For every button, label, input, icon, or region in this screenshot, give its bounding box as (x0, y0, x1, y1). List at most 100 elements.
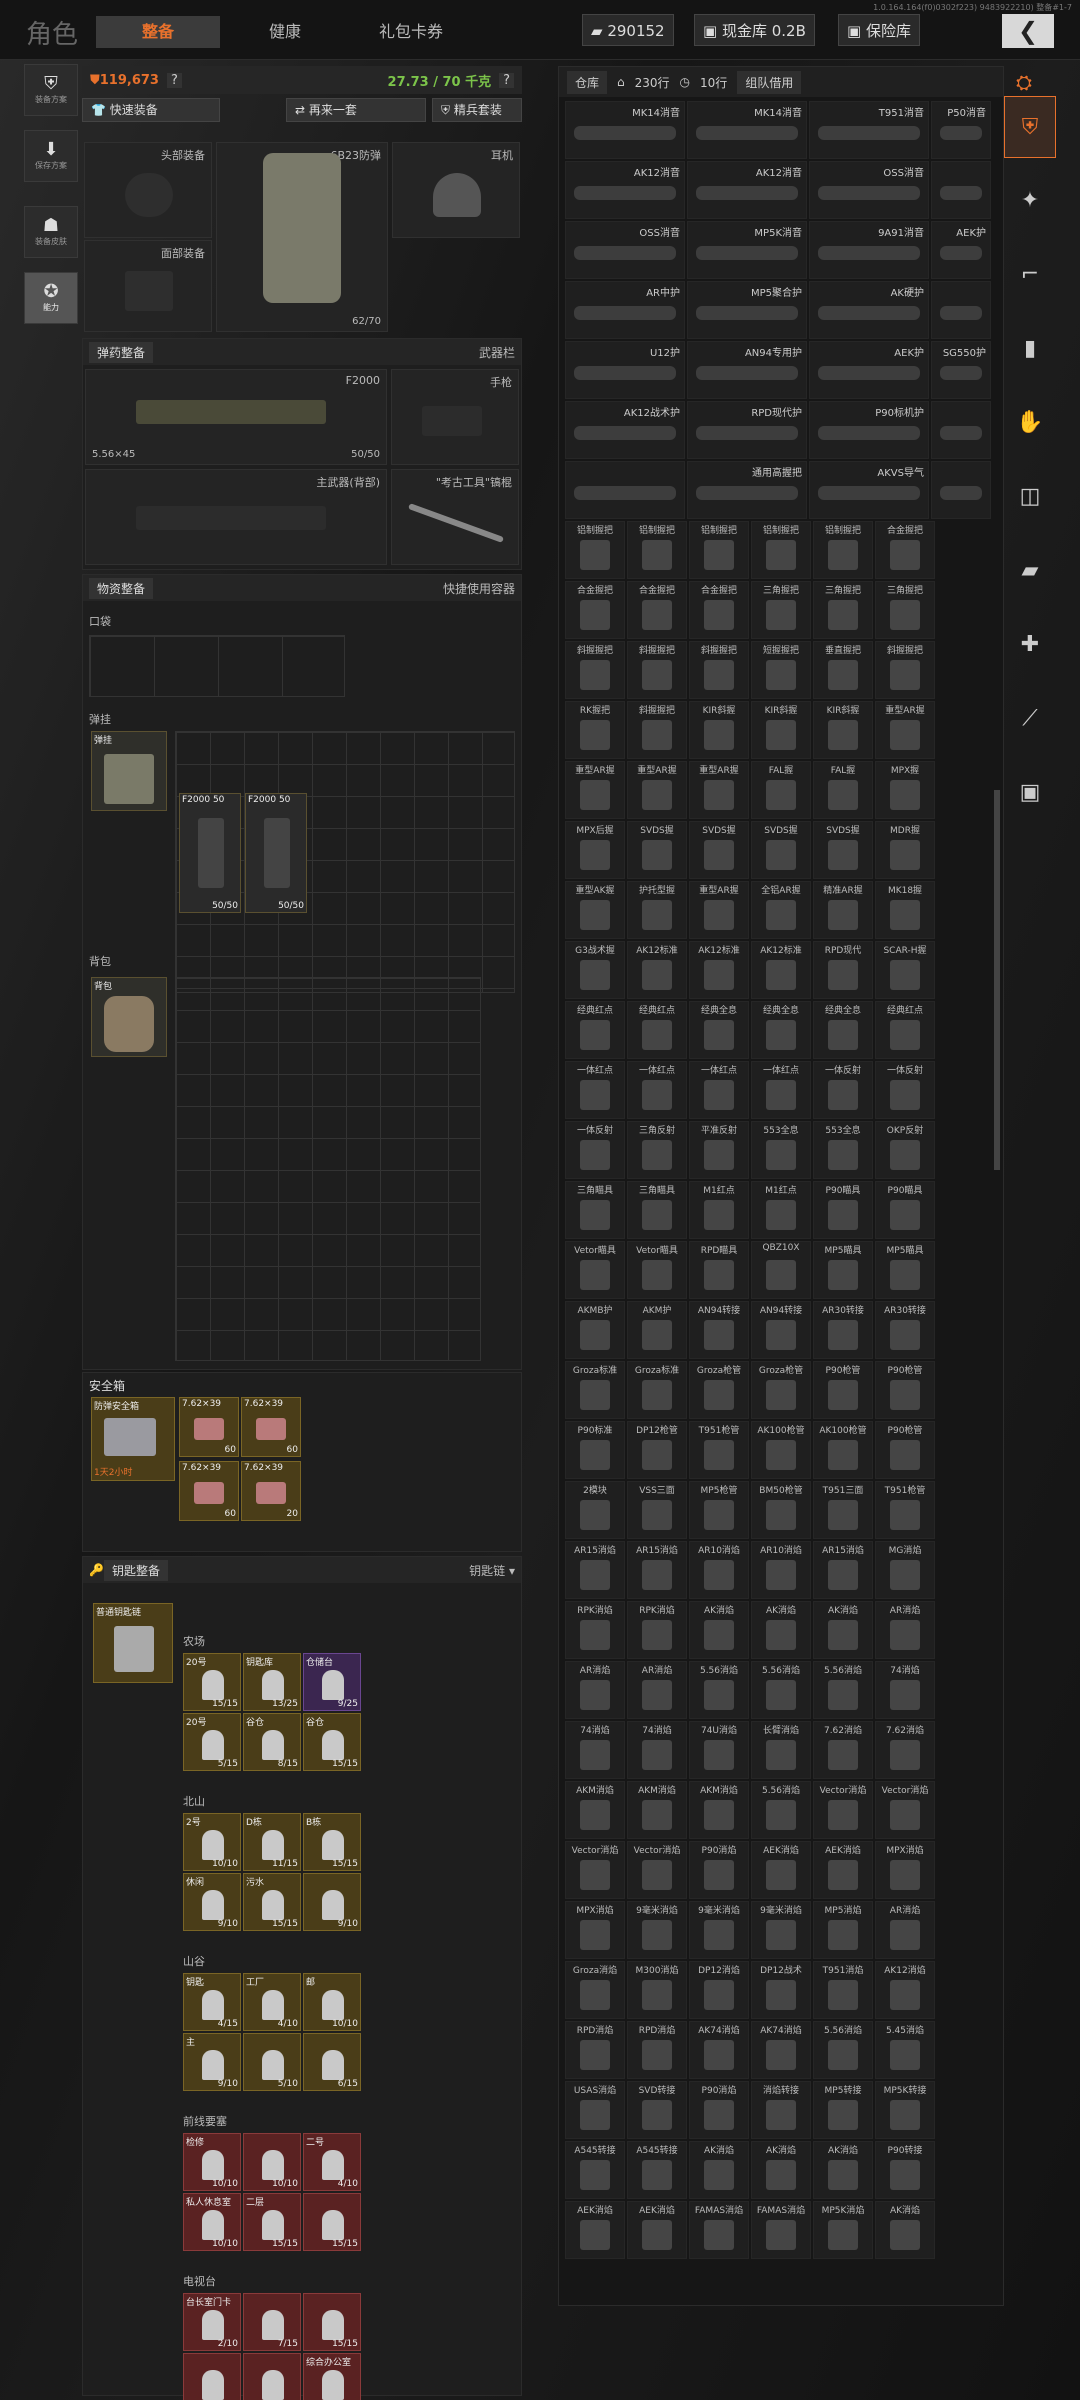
warehouse-item[interactable]: AR中护 (565, 281, 685, 339)
warehouse-item[interactable]: AR10消焰 (689, 1541, 749, 1599)
warehouse-item[interactable]: DP12消焰 (689, 1961, 749, 2019)
warehouse-item[interactable]: OKP反射 (875, 1121, 935, 1179)
warehouse-item[interactable]: 7.62消焰 (875, 1721, 935, 1779)
warehouse-item[interactable]: AK74消焰 (689, 2021, 749, 2079)
warehouse-item[interactable]: Vector消焰 (875, 1781, 935, 1839)
key-item[interactable]: B栋 15/15 (303, 1813, 361, 1871)
head-slot[interactable]: 头部装备 (84, 142, 212, 238)
key-item[interactable]: 仓储台 9/25 (303, 1653, 361, 1711)
warehouse-item[interactable]: 7.62消焰 (813, 1721, 873, 1779)
warehouse-item[interactable]: FAMAS消焰 (751, 2201, 811, 2259)
warehouse-item[interactable]: FAL握 (751, 761, 811, 819)
warehouse-item[interactable] (931, 281, 991, 339)
warehouse-item[interactable]: 553全息 (813, 1121, 873, 1179)
key-item[interactable]: 20号 5/15 (183, 1713, 241, 1771)
warehouse-item[interactable]: OSS消音 (565, 221, 685, 279)
warehouse-item[interactable]: SVDS握 (751, 821, 811, 879)
warehouse-item[interactable]: 经典全息 (751, 1001, 811, 1059)
warehouse-item[interactable]: 重型AR握 (875, 701, 935, 759)
warehouse-item[interactable]: 重型AR握 (627, 761, 687, 819)
warehouse-item[interactable] (931, 461, 991, 519)
warehouse-item[interactable]: AEK护 (931, 221, 991, 279)
magazine-icon[interactable]: ▮ (1004, 318, 1056, 380)
warehouse-item[interactable]: AR30转接 (875, 1301, 935, 1359)
warehouse-item[interactable]: 5.56消焰 (751, 1781, 811, 1839)
help-icon[interactable]: ? (166, 72, 182, 88)
warehouse-item[interactable]: P90标准 (565, 1421, 625, 1479)
key-item[interactable]: 20号 15/15 (183, 1653, 241, 1711)
warehouse-item[interactable]: AK硬护 (809, 281, 929, 339)
warehouse-item[interactable]: AK消焰 (689, 1601, 749, 1659)
key-item[interactable] (183, 2353, 241, 2400)
warehouse-item[interactable]: 铝制握把 (813, 521, 873, 579)
warehouse-item[interactable]: AR15消焰 (565, 1541, 625, 1599)
warehouse-item[interactable]: SCAR-H握 (875, 941, 935, 999)
warehouse-item[interactable]: SG550护 (931, 341, 991, 399)
warehouse-item[interactable]: QBZ10X (751, 1241, 811, 1299)
warehouse-item[interactable]: AR消焰 (565, 1661, 625, 1719)
warehouse-item[interactable]: 长臂消焰 (751, 1721, 811, 1779)
warehouse-item[interactable]: 垂直握把 (813, 641, 873, 699)
key-item[interactable]: 私人休息室 10/10 (183, 2193, 241, 2251)
warehouse-item[interactable]: 斜握握把 (627, 641, 687, 699)
warehouse-item[interactable]: MPX消焰 (565, 1901, 625, 1959)
warehouse-item[interactable]: 消焰转接 (751, 2081, 811, 2139)
warehouse-item[interactable]: Groza枪管 (751, 1361, 811, 1419)
warehouse-item[interactable]: 9A91消音 (809, 221, 929, 279)
weight-help-icon[interactable]: ? (499, 72, 514, 88)
key-item[interactable]: 污水 15/15 (243, 1873, 301, 1931)
warehouse-item[interactable]: 553全息 (751, 1121, 811, 1179)
warehouse-item[interactable]: MPX后握 (565, 821, 625, 879)
warehouse-item[interactable]: P90瞄具 (875, 1181, 935, 1239)
warehouse-item[interactable]: AK消焰 (751, 2141, 811, 2199)
warehouse-item[interactable]: 重型AR握 (565, 761, 625, 819)
warehouse-item[interactable]: 一体反射 (813, 1061, 873, 1119)
key-item[interactable]: D栋 11/15 (243, 1813, 301, 1871)
warehouse-item[interactable]: 5.45消焰 (875, 2021, 935, 2079)
key-item[interactable]: 综合办公室 (303, 2353, 361, 2400)
warehouse-item[interactable]: AKM消焰 (627, 1781, 687, 1839)
stock-icon[interactable]: ▰ (1004, 540, 1056, 602)
warehouse-item[interactable] (931, 161, 991, 219)
warehouse-item[interactable]: AR消焰 (875, 1601, 935, 1659)
warehouse-item[interactable]: RPD现代护 (687, 401, 807, 459)
face-slot[interactable]: 面部装备 (84, 240, 212, 332)
warehouse-item[interactable]: RPD消焰 (565, 2021, 625, 2079)
warehouse-item[interactable]: AR消焰 (627, 1661, 687, 1719)
warehouse-item[interactable]: T951枪管 (689, 1421, 749, 1479)
warehouse-item[interactable]: FAL握 (813, 761, 873, 819)
warehouse-item[interactable]: Vector消焰 (565, 1841, 625, 1899)
sort-icon[interactable]: ⛭ (1016, 70, 1032, 94)
warehouse-item[interactable]: 合金握把 (565, 581, 625, 639)
warehouse-item[interactable]: Vetor瞄具 (627, 1241, 687, 1299)
ammo-box-item[interactable]: 7.62×39 60 (179, 1397, 239, 1457)
quick-equip-button[interactable]: 👕 快速装备 (82, 98, 220, 122)
key-item[interactable]: 主 9/10 (183, 2033, 241, 2091)
warehouse-title[interactable]: 仓库 (567, 70, 608, 94)
warehouse-item[interactable]: AKMB护 (565, 1301, 625, 1359)
warehouse-item[interactable]: AK消焰 (813, 2141, 873, 2199)
warehouse-item[interactable]: AK消焰 (751, 1601, 811, 1659)
warehouse-item[interactable]: 铝制握把 (689, 521, 749, 579)
warehouse-item[interactable]: 5.56消焰 (751, 1661, 811, 1719)
warehouse-item[interactable]: 重型AK握 (565, 881, 625, 939)
warehouse-item[interactable]: AR30转接 (813, 1301, 873, 1359)
warehouse-item[interactable]: OSS消音 (809, 161, 929, 219)
warehouse-item[interactable]: 一体红点 (627, 1061, 687, 1119)
warehouse-item[interactable]: AEK消焰 (627, 2201, 687, 2259)
key-item[interactable]: 台长室门卡 2/10 (183, 2293, 241, 2351)
warehouse-item[interactable]: AR消焰 (875, 1901, 935, 1959)
tab-health[interactable]: 健康 (240, 16, 330, 48)
warehouse-item[interactable]: 平准反射 (689, 1121, 749, 1179)
key-item[interactable]: 钥匙库 13/25 (243, 1653, 301, 1711)
warehouse-item[interactable]: P90转接 (875, 2141, 935, 2199)
backpack-item[interactable]: 背包 (91, 977, 167, 1057)
warehouse-item[interactable]: AN94专用护 (687, 341, 807, 399)
warehouse-item[interactable]: SVDS握 (627, 821, 687, 879)
sidebar-item-loadout-plan[interactable]: ⛨ 装备方案 (24, 64, 78, 116)
warehouse-item[interactable]: AK100枪管 (813, 1421, 873, 1479)
warehouse-item[interactable]: MK18握 (875, 881, 935, 939)
warehouse-item[interactable]: 经典红点 (875, 1001, 935, 1059)
warehouse-item[interactable]: Groza枪管 (689, 1361, 749, 1419)
warehouse-item[interactable]: SVDS握 (689, 821, 749, 879)
